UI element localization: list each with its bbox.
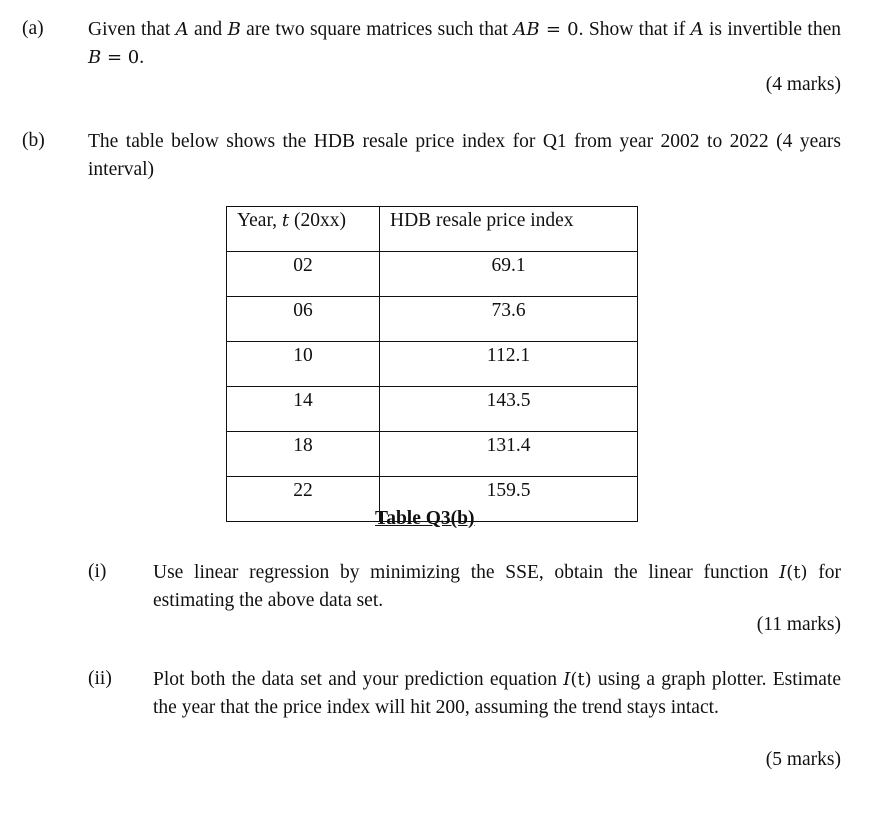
cell-index: 131.4 bbox=[379, 431, 638, 477]
question-a-text: Given that A and B are two square matric… bbox=[88, 16, 841, 72]
text: Plot both the data set and your predicti… bbox=[153, 669, 564, 690]
text: (20xx) bbox=[289, 210, 347, 231]
text: . bbox=[139, 47, 145, 68]
matrix-b: B bbox=[88, 47, 102, 68]
question-a-label: (a) bbox=[22, 18, 44, 39]
sub-question-i-text: Use linear regression by minimizing the … bbox=[153, 559, 841, 615]
table-row: 14 143.5 bbox=[226, 386, 638, 432]
table-row: 02 69.1 bbox=[226, 251, 638, 297]
text: is invertible then bbox=[703, 19, 842, 40]
sub-question-i-marks: (11 marks) bbox=[756, 614, 841, 635]
text: . Show that if bbox=[578, 19, 691, 40]
header-index: HDB resale price index bbox=[379, 206, 638, 252]
cell-year: 10 bbox=[226, 341, 380, 387]
question-b-intro: The table below shows the HDB resale pri… bbox=[88, 131, 841, 180]
matrix-a: A bbox=[175, 19, 189, 40]
cell-year: 02 bbox=[226, 251, 380, 297]
function-arg: (t) bbox=[786, 562, 808, 583]
cell-year: 14 bbox=[226, 386, 380, 432]
text: Use linear regression by minimizing the … bbox=[153, 562, 780, 583]
cell-index: 143.5 bbox=[379, 386, 638, 432]
function-arg: (t) bbox=[570, 669, 592, 690]
table-row: 06 73.6 bbox=[226, 296, 638, 342]
text: are two square matrices such that bbox=[240, 19, 514, 40]
table-header-row: Year, t (20xx) HDB resale price index bbox=[226, 206, 638, 252]
text: Given that bbox=[88, 19, 176, 40]
cell-index: 73.6 bbox=[379, 296, 638, 342]
sub-question-i-label: (i) bbox=[88, 561, 107, 582]
question-a-marks: (4 marks) bbox=[765, 74, 841, 95]
question-b-label: (b) bbox=[22, 130, 45, 151]
sub-question-ii-text: Plot both the data set and your predicti… bbox=[153, 666, 841, 722]
table-row: 10 112.1 bbox=[226, 341, 638, 387]
cell-year: 06 bbox=[226, 296, 380, 342]
cell-year: 22 bbox=[226, 476, 380, 522]
hdb-price-table: Year, t (20xx) HDB resale price index 02… bbox=[226, 206, 638, 522]
product-ab: AB bbox=[513, 19, 540, 40]
equals-zero: = 0 bbox=[101, 47, 140, 68]
cell-year: 18 bbox=[226, 431, 380, 477]
sub-question-ii-label: (ii) bbox=[88, 668, 112, 689]
sub-question-ii-marks: (5 marks) bbox=[765, 749, 841, 770]
matrix-a: A bbox=[690, 19, 704, 40]
cell-index: 112.1 bbox=[379, 341, 638, 387]
table-caption: Table Q3(b) bbox=[375, 508, 475, 529]
matrix-b: B bbox=[227, 19, 241, 40]
header-year: Year, t (20xx) bbox=[226, 206, 380, 252]
text: Year, bbox=[237, 210, 282, 231]
equals-zero: = 0 bbox=[539, 19, 579, 40]
text: and bbox=[188, 19, 228, 40]
cell-index: 69.1 bbox=[379, 251, 638, 297]
table-row: 18 131.4 bbox=[226, 431, 638, 477]
